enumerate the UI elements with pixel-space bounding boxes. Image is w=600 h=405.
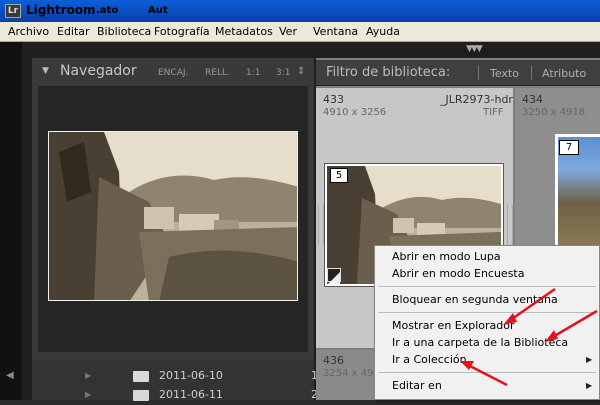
red-arrow-icon: [503, 287, 556, 325]
annotation-arrows: [460, 287, 598, 387]
red-arrow-icon: [460, 361, 508, 387]
red-arrow-icon: [545, 309, 598, 342]
